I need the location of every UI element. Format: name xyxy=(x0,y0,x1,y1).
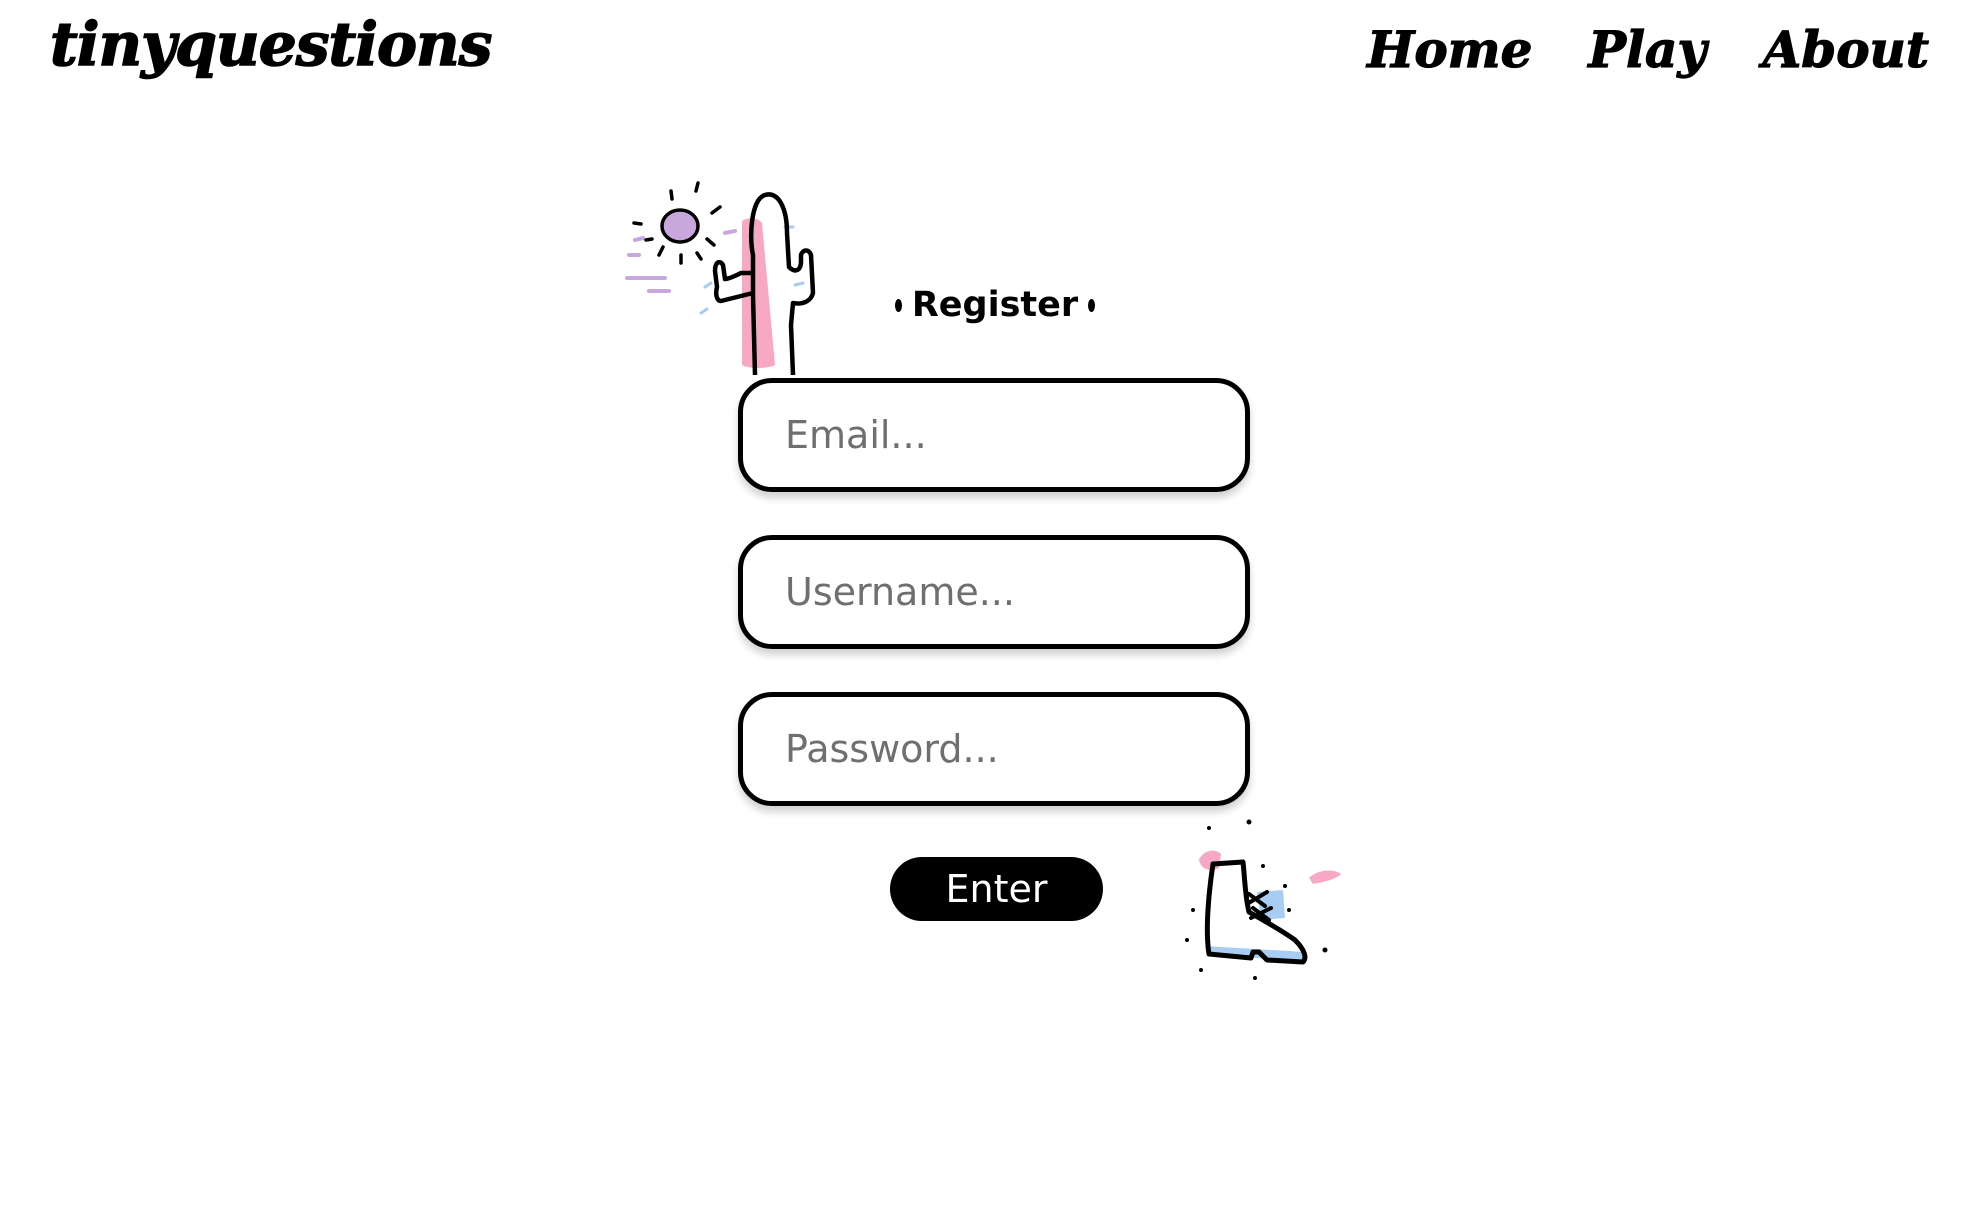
password-input[interactable] xyxy=(738,692,1250,806)
site-logo[interactable]: tinyquestions xyxy=(49,9,493,81)
title-dot-left xyxy=(895,298,902,312)
title-dot-right xyxy=(1088,298,1095,312)
cactus-sun-doodle-icon xyxy=(625,181,816,375)
email-input[interactable] xyxy=(738,378,1250,492)
form-title: Register xyxy=(895,285,1095,325)
nav-home-link[interactable]: Home xyxy=(1366,19,1533,79)
form-title-text: Register xyxy=(911,285,1079,325)
page: tinyquestions Home Play About Register E… xyxy=(0,0,1979,1205)
enter-button[interactable]: Enter xyxy=(890,857,1103,921)
username-input[interactable] xyxy=(738,535,1250,649)
nav-about-link[interactable]: About xyxy=(1762,19,1930,79)
boot-doodle-icon xyxy=(1185,819,1341,980)
main-nav: Home Play About xyxy=(1366,19,1930,79)
nav-play-link[interactable]: Play xyxy=(1588,19,1707,79)
